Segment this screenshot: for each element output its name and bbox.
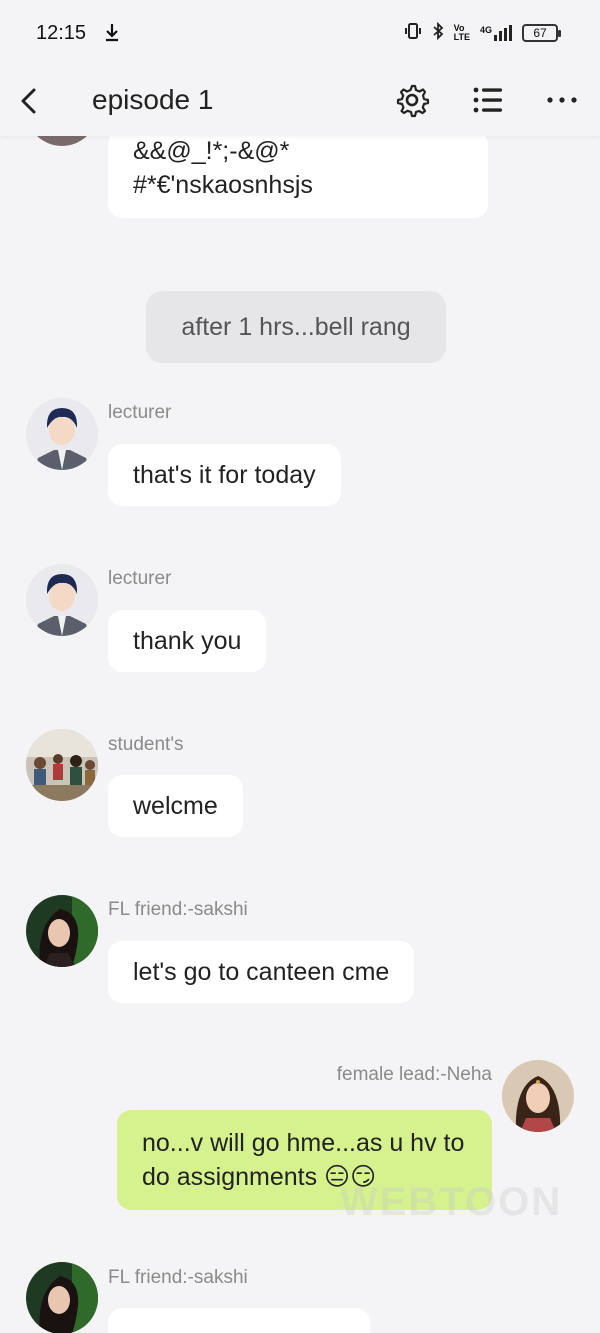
back-button[interactable]: [14, 82, 54, 122]
status-icons: Vo LTE 4G 67: [404, 21, 561, 44]
download-icon: [104, 22, 120, 47]
status-bar: 12:15 Vo LTE 4G 67: [0, 0, 600, 68]
chat-area[interactable]: &&@_!*;-&@* #*€'nskaosnhsjs after 1 hrs.…: [0, 0, 600, 1333]
watermark: WEBTOON: [340, 1180, 563, 1224]
avatar[interactable]: [26, 895, 98, 967]
settings-button[interactable]: [394, 82, 430, 118]
sender-name: student's: [108, 734, 184, 755]
neha-avatar-image: [502, 1060, 574, 1132]
message-bubble: welcme: [108, 775, 243, 837]
message-bubble: [108, 1308, 370, 1333]
signal-icon: 4G: [480, 25, 512, 41]
more-horizontal-icon: [547, 97, 577, 103]
battery-indicator: 67: [522, 24, 561, 42]
sakshi-avatar-image: [26, 1262, 98, 1333]
message-bubble: let's go to canteen cme: [108, 941, 415, 1003]
more-button[interactable]: [542, 82, 582, 118]
system-note: after 1 hrs...bell rang: [146, 291, 446, 363]
episode-list-button[interactable]: [470, 82, 506, 118]
message-bubble: that's it for today: [108, 444, 341, 506]
avatar[interactable]: [26, 398, 98, 470]
avatar[interactable]: [26, 729, 98, 801]
avatar[interactable]: [26, 1262, 98, 1333]
chevron-left-icon: [21, 88, 36, 114]
bluetooth-icon: [432, 21, 444, 44]
students-avatar-image: [26, 729, 98, 801]
sender-name: female lead:-Neha: [336, 1064, 492, 1085]
gear-icon: [396, 84, 430, 118]
avatar[interactable]: [502, 1060, 574, 1132]
sender-name: FL friend:-sakshi: [108, 1267, 248, 1288]
message-bubble: thank you: [108, 610, 267, 672]
status-time: 12:15: [36, 22, 87, 44]
sender-name: lecturer: [108, 402, 172, 423]
sender-name: lecturer: [108, 568, 172, 589]
network-type: 4G: [479, 25, 492, 35]
sender-name: FL friend:-sakshi: [108, 899, 248, 920]
vibrate-icon: [404, 22, 422, 44]
lecturer-avatar-image: [26, 398, 98, 470]
message-bubble: &&@_!*;-&@* #*€'nskaosnhsjs: [108, 130, 488, 218]
avatar[interactable]: [26, 564, 98, 636]
sakshi-avatar-image: [26, 895, 98, 967]
page-title: episode 1: [92, 84, 214, 115]
lecturer-avatar-image: [26, 564, 98, 636]
volte-label: Vo LTE: [453, 23, 470, 42]
list-icon: [473, 87, 502, 113]
app-header: episode 1: [0, 68, 600, 136]
